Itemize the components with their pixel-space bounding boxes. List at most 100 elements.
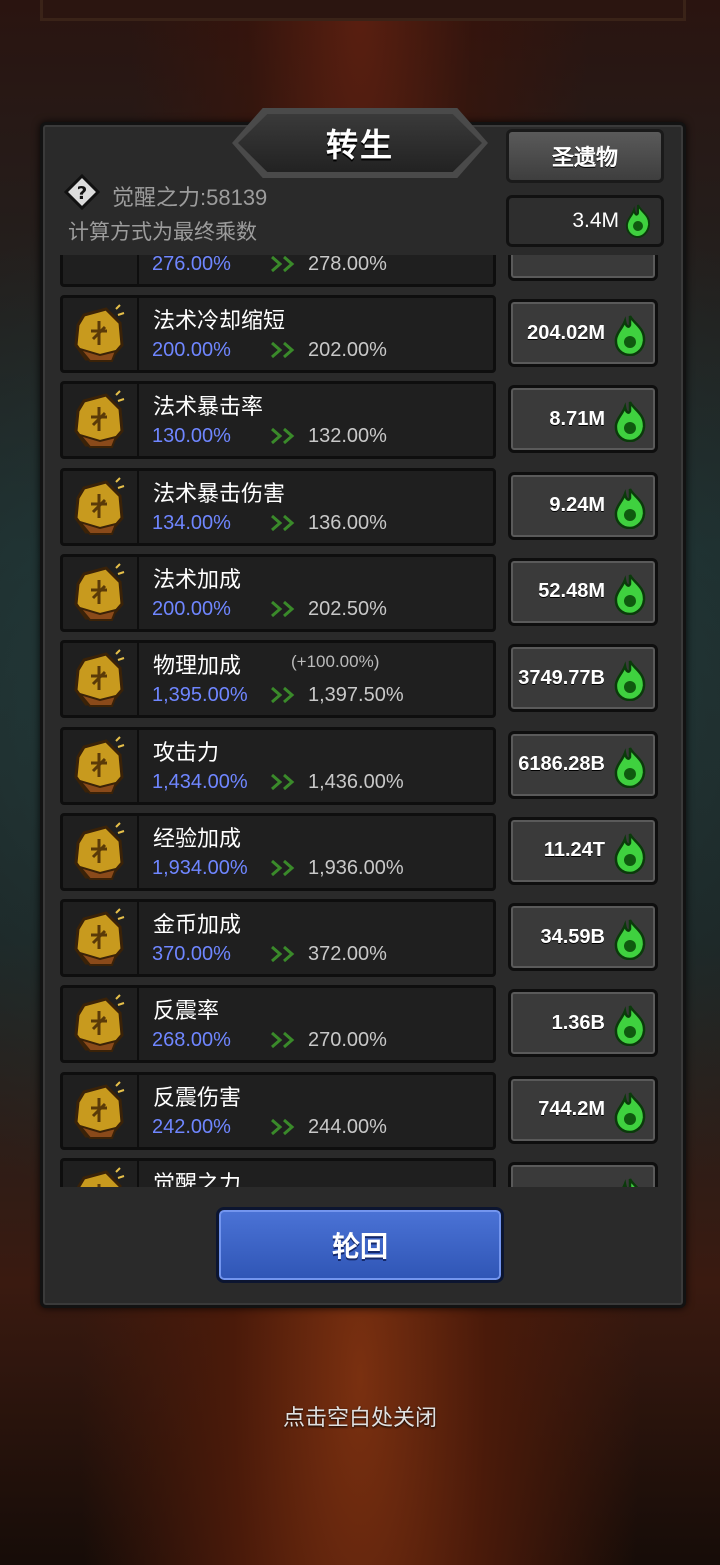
green-flame-icon — [614, 919, 646, 961]
current-value: 276.00% — [152, 255, 231, 275]
next-value: 1,436.00% — [308, 770, 404, 793]
double-arrow-icon — [271, 255, 295, 273]
double-arrow-icon — [271, 945, 295, 963]
green-flame-icon — [614, 401, 646, 443]
upgrade-cost: 6186.28B — [518, 753, 605, 775]
list-item-5: 攻击力 1,434.00% 1,436.00% 6186.28B — [58, 726, 668, 807]
help-icon[interactable]: ? — [64, 174, 100, 210]
item-name: 觉醒之力 — [153, 1171, 242, 1187]
list-item-partial: 276.00% 278.00% — [58, 255, 668, 289]
green-flame-icon — [614, 315, 646, 356]
upgrade-button[interactable]: 8.71M — [508, 385, 658, 454]
upgrade-button[interactable]: 34.59B — [508, 903, 658, 972]
item-name: 反震率 — [153, 998, 220, 1024]
next-value: 1,936.00% — [308, 856, 404, 879]
rune-stone-icon — [74, 476, 125, 535]
item-name: 法术冷却缩短 — [153, 308, 286, 333]
green-flame-icon — [614, 1092, 646, 1133]
rune-stone-icon — [74, 304, 125, 362]
double-arrow-icon — [271, 341, 295, 359]
upgrade-button[interactable]: 6186.28B — [508, 730, 658, 799]
next-value: 372.00% — [308, 943, 387, 966]
upgrade-cost: 1.36B — [551, 1011, 605, 1034]
page-title: 转生 — [325, 127, 394, 163]
list-item-6: 经验加成 1,934.00% 1,936.00% 11.24T — [58, 812, 668, 893]
list-item-2: 法术暴击伤害 134.00% 136.00% 9.24M — [58, 467, 668, 548]
item-name: 经验加成 — [153, 825, 242, 851]
current-value: 1,395.00% — [152, 684, 248, 707]
item-name: 反震伤害 — [153, 1084, 242, 1110]
double-arrow-icon — [271, 687, 295, 704]
list-item-1: 法术暴击率 130.00% 132.00% 8.71M — [58, 381, 668, 461]
upgrade-button[interactable]: 52.48M — [508, 557, 658, 626]
rune-stone-icon — [74, 390, 125, 449]
next-value: 1,397.50% — [308, 684, 404, 707]
rune-stone-icon — [74, 908, 125, 967]
upgrade-cost: 11.24T — [543, 839, 605, 862]
next-value: 136.00% — [308, 511, 387, 534]
upgrade-button[interactable]: 3749.77B — [508, 644, 658, 713]
list-item-4: 物理加成 (+100.00%) 1,395.00% 1,397.50% 3749… — [58, 640, 668, 720]
item-name: 金币加成 — [153, 912, 242, 938]
title-plate: 转生 — [232, 108, 488, 178]
rune-stone-icon — [76, 1167, 125, 1187]
green-flame-icon — [625, 204, 651, 238]
double-arrow-icon — [271, 1032, 295, 1049]
current-value: 370.00% — [152, 943, 231, 966]
upgrade-button[interactable]: 204.02M — [508, 299, 658, 367]
item-name: 法术加成 — [153, 566, 242, 592]
currency-value: 3.4M — [572, 209, 619, 232]
next-value: 202.50% — [308, 597, 387, 620]
upgrade-cost: 257.21B — [529, 1165, 605, 1188]
current-value: 200.00% — [152, 339, 231, 361]
upgrade-button[interactable] — [508, 255, 658, 281]
upgrade-cost: 52.48M — [538, 580, 605, 603]
current-value: 1,434.00% — [152, 770, 248, 793]
green-flame-icon — [614, 660, 646, 702]
upgrade-cost: 8.71M — [549, 407, 605, 430]
item-name: 物理加成 — [153, 653, 242, 679]
upgrade-cost: 34.59B — [540, 925, 606, 948]
list-item-9: 反震伤害 242.00% 244.00% 744.2M — [58, 1071, 668, 1152]
next-value: 132.00% — [308, 425, 387, 448]
upgrade-list[interactable]: 276.00% 278.00% 法术冷却缩短 200.00% 202.00% 2… — [58, 255, 668, 1187]
current-value: 242.00% — [152, 1115, 231, 1138]
current-value: 200.00% — [152, 597, 231, 620]
svg-text:?: ? — [77, 183, 87, 204]
list-item-7: 金币加成 370.00% 372.00% 34.59B — [58, 899, 668, 979]
upgrade-button[interactable]: 744.2M — [508, 1075, 658, 1144]
current-value: 1,934.00% — [152, 856, 248, 879]
next-value: 270.00% — [308, 1029, 387, 1052]
double-arrow-icon — [271, 514, 295, 531]
samsara-button[interactable]: 轮回 — [216, 1207, 504, 1283]
list-item-8: 反震率 268.00% 270.00% 1.36B — [58, 985, 668, 1065]
green-flame-icon — [614, 574, 646, 615]
current-value: 130.00% — [152, 425, 231, 448]
next-value: 244.00% — [308, 1115, 387, 1138]
list-item-0: 法术冷却缩短 200.00% 202.00% 204.02M — [58, 295, 668, 375]
upgrade-button[interactable]: 9.24M — [508, 471, 658, 540]
relic-button[interactable]: 圣遗物 — [506, 129, 664, 183]
list-item-3: 法术加成 200.00% 202.50% 52.48M — [58, 553, 668, 634]
top-frame-decoration — [40, 0, 686, 21]
rune-stone-icon — [74, 735, 125, 794]
double-arrow-icon — [271, 428, 295, 445]
rune-stone-icon — [74, 822, 125, 880]
item-name: 法术暴击伤害 — [153, 480, 286, 506]
green-flame-icon — [614, 1005, 646, 1047]
upgrade-button[interactable]: 257.21B — [508, 1162, 658, 1187]
upgrade-cost: 744.2M — [538, 1098, 605, 1121]
awaken-power-text: 觉醒之力:58139 — [112, 185, 268, 210]
close-hint[interactable]: 点击空白处关闭 — [0, 1400, 720, 1432]
calc-note-text: 计算方式为最终乘数 — [68, 221, 257, 244]
rune-stone-icon — [74, 1080, 125, 1139]
current-value: 268.00% — [152, 1029, 231, 1052]
green-flame-icon — [614, 746, 646, 788]
rune-stone-icon — [74, 994, 125, 1053]
item-bonus: (+100.00%) — [291, 652, 380, 672]
next-value: 278.00% — [308, 255, 387, 275]
double-arrow-icon — [271, 773, 295, 790]
upgrade-button[interactable]: 1.36B — [508, 989, 658, 1058]
upgrade-button[interactable]: 11.24T — [508, 816, 658, 885]
next-value: 202.00% — [308, 339, 387, 361]
